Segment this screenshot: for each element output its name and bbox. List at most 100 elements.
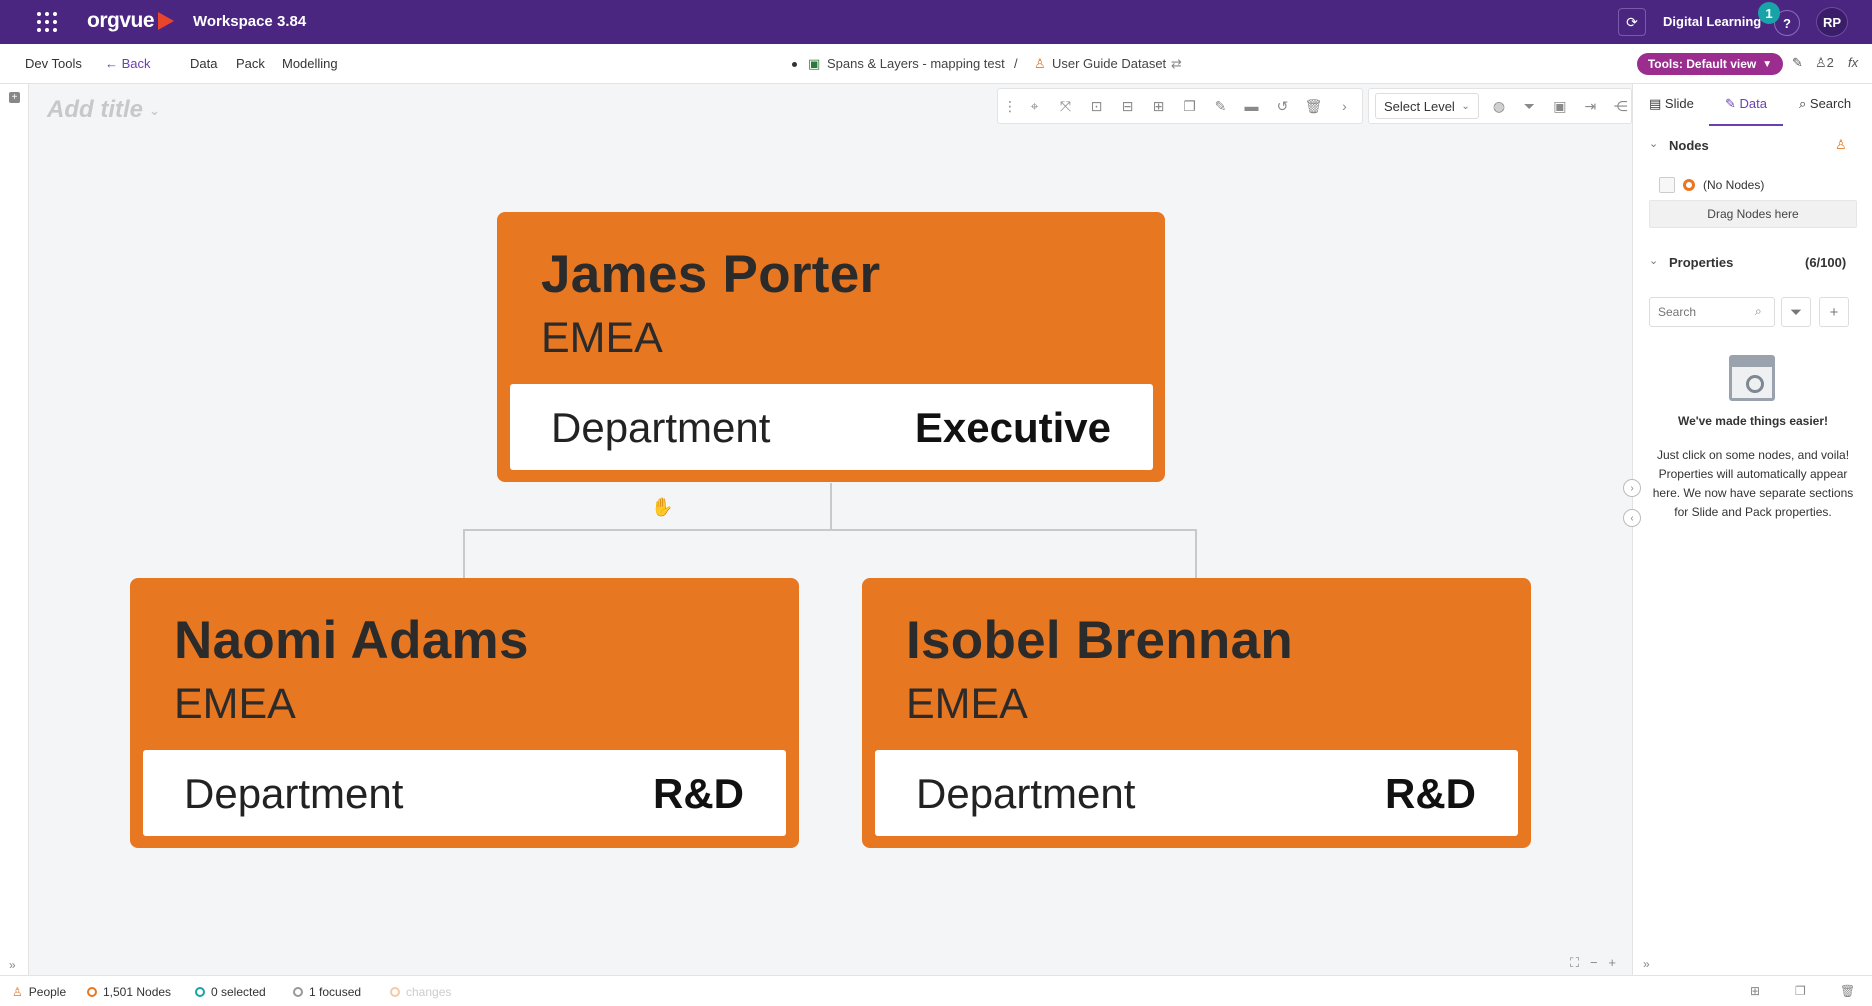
arrow-left-icon: ← — [105, 56, 118, 71]
fullscreen-icon[interactable]: ⛶ — [1570, 955, 1579, 970]
drag-nodes-dropzone[interactable]: Drag Nodes here — [1649, 200, 1857, 228]
focus-icon[interactable]: ⌖ — [1024, 96, 1045, 117]
nodes-section-title[interactable]: Nodes — [1669, 138, 1709, 153]
chevron-left-icon: ‹ — [1630, 512, 1634, 524]
slide-icon: ▤ — [1649, 96, 1662, 111]
nav-modelling[interactable]: Modelling — [282, 56, 338, 71]
switch-icon[interactable]: ⇄ — [1171, 56, 1182, 72]
minus-icon[interactable]: ▬ — [1241, 96, 1262, 117]
breadcrumb-dataset[interactable]: User Guide Dataset — [1052, 56, 1166, 71]
properties-section-title[interactable]: Properties — [1669, 255, 1733, 270]
add-node-icon[interactable]: ⊞ — [1148, 96, 1169, 117]
nodes-count[interactable]: 1,501 Nodes — [87, 985, 171, 999]
user-workspace-label[interactable]: Digital Learning — [1663, 14, 1761, 29]
org-node[interactable]: Isobel Brennan EMEA Department R&D — [862, 578, 1531, 848]
changes-indicator[interactable]: changes — [390, 985, 451, 999]
add-slide-icon[interactable]: + — [9, 92, 20, 103]
tools-view-button[interactable]: Tools: Default view ▼ — [1637, 53, 1783, 75]
node-name: James Porter — [541, 245, 881, 304]
dev-tools-link[interactable]: Dev Tools — [25, 56, 82, 71]
chevron-down-icon[interactable]: ⌄ — [1649, 137, 1658, 150]
tab-search[interactable]: ⌕ Search — [1799, 96, 1851, 112]
changes-label: changes — [406, 985, 452, 999]
org-node[interactable]: James Porter EMEA Department Executive — [497, 212, 1165, 482]
top-bar: orgvue Workspace 3.84 ⟳ Digital Learning… — [0, 0, 1872, 44]
user-count: 2 — [1826, 55, 1834, 70]
empty-state-title: We've made things easier! — [1677, 414, 1829, 428]
expand-right-icon[interactable]: » — [1643, 957, 1650, 971]
chevron-right-icon[interactable]: › — [1334, 96, 1355, 117]
app-grid-icon[interactable] — [37, 12, 58, 33]
filter-icon[interactable]: ⏷ — [1519, 96, 1539, 117]
refresh-button[interactable]: ⟳ — [1618, 8, 1646, 36]
breadcrumb-project[interactable]: Spans & Layers - mapping test — [827, 56, 1005, 71]
tab-slide-label: Slide — [1664, 96, 1694, 111]
chevron-down-icon: ⌄ — [149, 102, 160, 118]
selected-count[interactable]: 0 selected — [195, 985, 266, 999]
tab-slide[interactable]: ▤ Slide — [1649, 96, 1694, 112]
select-level-label: Select Level — [1384, 98, 1455, 114]
pencil-icon: ✎ — [1725, 96, 1736, 111]
chevron-down-icon[interactable]: ⌄ — [1649, 254, 1658, 267]
copy-icon[interactable]: ❐ — [1795, 984, 1806, 998]
panel-prev-button[interactable]: ‹ — [1623, 509, 1641, 527]
add-icon[interactable]: ⊞ — [1750, 984, 1760, 998]
fit-icon[interactable]: ⤧ — [1055, 96, 1076, 117]
pin-icon[interactable]: ✎ — [1792, 55, 1803, 71]
nav-pack[interactable]: Pack — [236, 56, 265, 71]
workspace-version: 3.84 — [277, 13, 307, 30]
edit-icon[interactable]: ✎ — [1210, 96, 1231, 117]
tab-data[interactable]: ✎ Data — [1725, 96, 1767, 112]
breadcrumb-separator: / — [1014, 56, 1018, 71]
focused-count[interactable]: 1 focused — [293, 985, 361, 999]
org-node[interactable]: Naomi Adams EMEA Department R&D — [130, 578, 799, 848]
palette-icon[interactable]: ◍ — [1489, 96, 1509, 117]
selected-count-label: 0 selected — [211, 985, 266, 999]
expand-left-icon[interactable]: » — [9, 958, 16, 972]
add-property-button[interactable]: + — [1819, 297, 1849, 327]
zoom-out-icon[interactable]: − — [1590, 955, 1598, 970]
back-label: Back — [121, 56, 151, 71]
node-dept-value: Executive — [914, 404, 1111, 451]
layers-icon[interactable]: ▣ — [1550, 96, 1570, 117]
node-region: EMEA — [541, 314, 663, 362]
node-name: Isobel Brennan — [906, 611, 1294, 670]
node-property-box: Department Executive — [510, 384, 1153, 470]
zoom-selection-icon[interactable]: ⊡ — [1086, 96, 1107, 117]
back-button[interactable]: ← Back — [105, 56, 151, 71]
chevron-down-icon: ⌄ — [1461, 100, 1470, 112]
orgvue-logo[interactable]: orgvue — [87, 9, 175, 33]
people-dataset[interactable]: ♙ People — [12, 985, 66, 999]
undo-icon[interactable]: ↺ — [1272, 96, 1293, 117]
node-property-box: Department R&D — [875, 750, 1518, 836]
select-level-dropdown[interactable]: Select Level ⌄ — [1375, 93, 1479, 119]
zoom-out-selection-icon[interactable]: ⊟ — [1117, 96, 1138, 117]
add-title[interactable]: Add title ⌄ — [47, 96, 160, 124]
avatar[interactable]: RP — [1816, 7, 1848, 37]
filter-button[interactable]: ⏷ — [1781, 297, 1811, 327]
export-icon[interactable]: ⇥ — [1580, 96, 1600, 117]
delete-icon[interactable]: 🗑 — [1840, 984, 1855, 998]
changes-ring-icon — [390, 987, 400, 997]
formula-icon[interactable]: fx — [1848, 55, 1858, 70]
person-icon[interactable]: ♙ — [1835, 137, 1847, 153]
connector-line — [463, 529, 1197, 531]
users-icon[interactable]: ♙2 — [1815, 55, 1834, 71]
connector-line — [463, 529, 465, 579]
delete-icon[interactable]: 🗑 — [1303, 96, 1324, 117]
no-nodes-checkbox[interactable] — [1659, 177, 1675, 193]
notification-badge[interactable]: 1 — [1758, 2, 1780, 24]
search-icon: ⌕ — [1755, 304, 1762, 318]
tools-view-label: Tools: Default view — [1647, 57, 1757, 71]
node-dept-label: Department — [551, 404, 771, 451]
share-icon[interactable]: ⋲ — [1611, 96, 1631, 117]
person-icon: ♙ — [12, 985, 23, 999]
search-icon: ⌕ — [1799, 96, 1807, 111]
zoom-in-icon[interactable]: + — [1608, 955, 1616, 970]
copy-icon[interactable]: ❐ — [1179, 96, 1200, 117]
nav-data[interactable]: Data — [190, 56, 217, 71]
drag-handle-icon[interactable]: ⋮ — [1003, 96, 1017, 117]
panel-next-button[interactable]: › — [1623, 479, 1641, 497]
node-region: EMEA — [906, 680, 1028, 728]
filter-icon: ⏷ — [1789, 303, 1802, 321]
